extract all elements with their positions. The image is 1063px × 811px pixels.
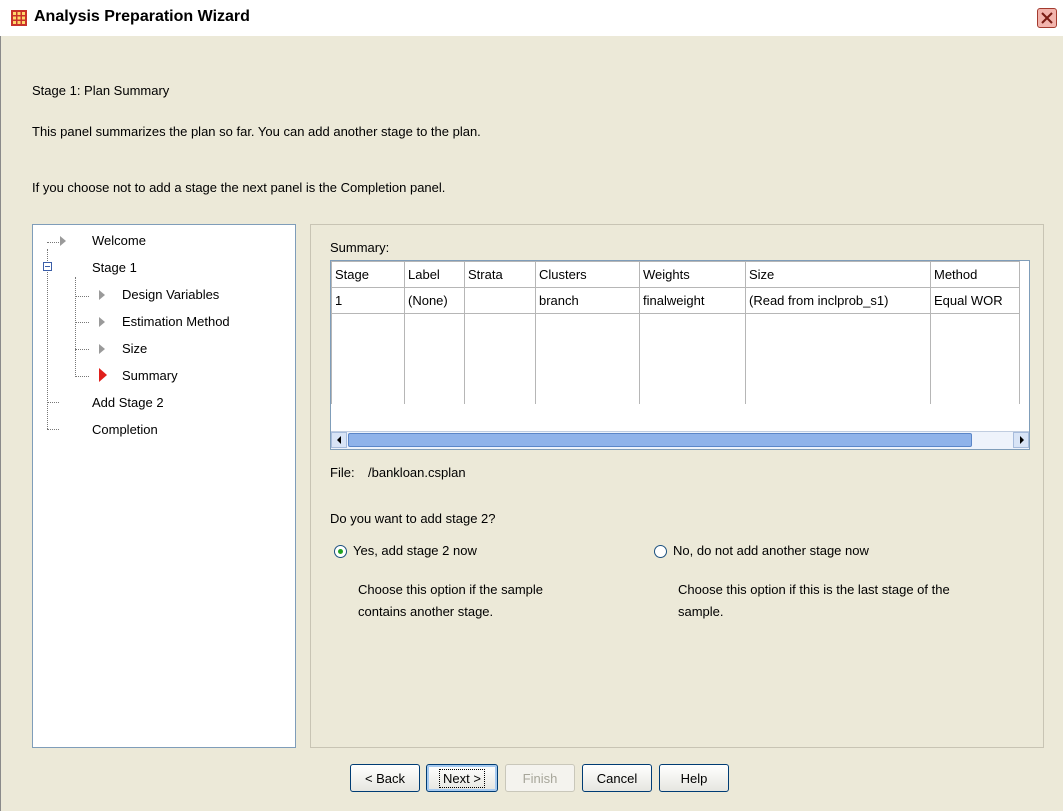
- help-button[interactable]: Help: [659, 764, 729, 792]
- tree-connector: [75, 296, 89, 297]
- column-header[interactable]: Method: [930, 261, 1020, 288]
- column-header[interactable]: Clusters: [535, 261, 640, 288]
- next-button-label: Next >: [439, 768, 485, 788]
- add-stage-question: Do you want to add stage 2?: [330, 511, 496, 526]
- close-icon: [1041, 12, 1053, 24]
- tree-connector: [47, 429, 59, 430]
- table-cell: (None): [404, 287, 465, 314]
- tree-item-add-stage-2[interactable]: Add Stage 2: [92, 395, 164, 410]
- tree-item-label: Summary: [122, 368, 178, 383]
- triangle-icon: [99, 290, 105, 300]
- yes-radio[interactable]: [334, 545, 347, 558]
- table-cell: Equal WOR: [930, 287, 1020, 314]
- summary-table: Stage Label Strata Clusters Weights Size…: [331, 261, 1020, 404]
- column-header[interactable]: Strata: [464, 261, 536, 288]
- collapse-toggle[interactable]: [43, 262, 52, 271]
- column-header[interactable]: Stage: [331, 261, 405, 288]
- tree-connector: [75, 277, 76, 377]
- yes-option-description-2: contains another stage.: [358, 604, 494, 619]
- cancel-button[interactable]: Cancel: [582, 764, 652, 792]
- tree-item-label: Design Variables: [122, 287, 220, 302]
- table-row-empty: [331, 313, 1020, 404]
- scroll-thumb[interactable]: [348, 433, 972, 447]
- yes-option-description-1: Choose this option if the sample: [358, 582, 543, 597]
- no-option-description-2: sample.: [678, 604, 724, 619]
- tree-item-label: Size: [122, 341, 148, 356]
- horizontal-scrollbar[interactable]: [331, 431, 1029, 449]
- table-header-row: Stage Label Strata Clusters Weights Size…: [331, 261, 1020, 288]
- panel-description: This panel summarizes the plan so far. Y…: [32, 124, 481, 139]
- column-header[interactable]: Weights: [639, 261, 746, 288]
- stage-title: Stage 1: Plan Summary: [32, 83, 170, 98]
- wizard-window: Analysis Preparation Wizard Stage 1: Pla…: [0, 0, 1063, 811]
- summary-label: Summary:: [330, 240, 390, 255]
- spss-grid-icon: [11, 10, 27, 26]
- column-header[interactable]: Label: [404, 261, 465, 288]
- tree-item-completion[interactable]: Completion: [92, 422, 158, 437]
- close-button[interactable]: [1037, 8, 1057, 28]
- tree-item-label: Add Stage 2: [92, 395, 164, 410]
- finish-button: Finish: [505, 764, 575, 792]
- table-cell: [464, 287, 536, 314]
- current-step-icon: [99, 368, 107, 382]
- window-title: Analysis Preparation Wizard: [34, 8, 250, 25]
- tree-item-stage-1[interactable]: Stage 1: [92, 260, 137, 275]
- no-option-description-1: Choose this option if this is the last s…: [678, 582, 950, 597]
- no-option-label[interactable]: No, do not add another stage now: [673, 543, 869, 558]
- table-row[interactable]: 1 (None) branch finalweight (Read from i…: [331, 287, 1020, 314]
- table-cell: (Read from inclprob_s1): [745, 287, 931, 314]
- back-button[interactable]: < Back: [350, 764, 420, 792]
- table-cell: finalweight: [639, 287, 746, 314]
- next-button[interactable]: Next >: [426, 764, 498, 792]
- column-header[interactable]: Size: [745, 261, 931, 288]
- tree-connector: [75, 322, 89, 323]
- table-cell: branch: [535, 287, 640, 314]
- tree-item-label: Welcome: [92, 233, 146, 248]
- tree-connector: [47, 402, 59, 403]
- no-radio[interactable]: [654, 545, 667, 558]
- title-bar: Analysis Preparation Wizard: [0, 0, 1063, 36]
- file-label: File:: [330, 465, 355, 480]
- yes-option-label[interactable]: Yes, add stage 2 now: [353, 543, 477, 558]
- triangle-icon: [99, 317, 105, 327]
- tree-connector: [75, 349, 89, 350]
- tree-item-label: Stage 1: [92, 260, 137, 275]
- triangle-icon: [99, 344, 105, 354]
- triangle-icon: [60, 236, 66, 246]
- tree-item-label: Estimation Method: [122, 314, 230, 329]
- tree-item-label: Completion: [92, 422, 158, 437]
- scroll-left-button[interactable]: [331, 432, 347, 448]
- tree-connector: [75, 376, 89, 377]
- scroll-right-button[interactable]: [1013, 432, 1029, 448]
- panel-note: If you choose not to add a stage the nex…: [32, 180, 446, 195]
- summary-grid[interactable]: Stage Label Strata Clusters Weights Size…: [330, 260, 1030, 450]
- file-path: /bankloan.csplan: [368, 465, 466, 480]
- wizard-step-tree: Welcome Stage 1 Design Variables Estimat…: [32, 224, 296, 748]
- table-cell: 1: [331, 287, 405, 314]
- tree-connector: [47, 242, 59, 243]
